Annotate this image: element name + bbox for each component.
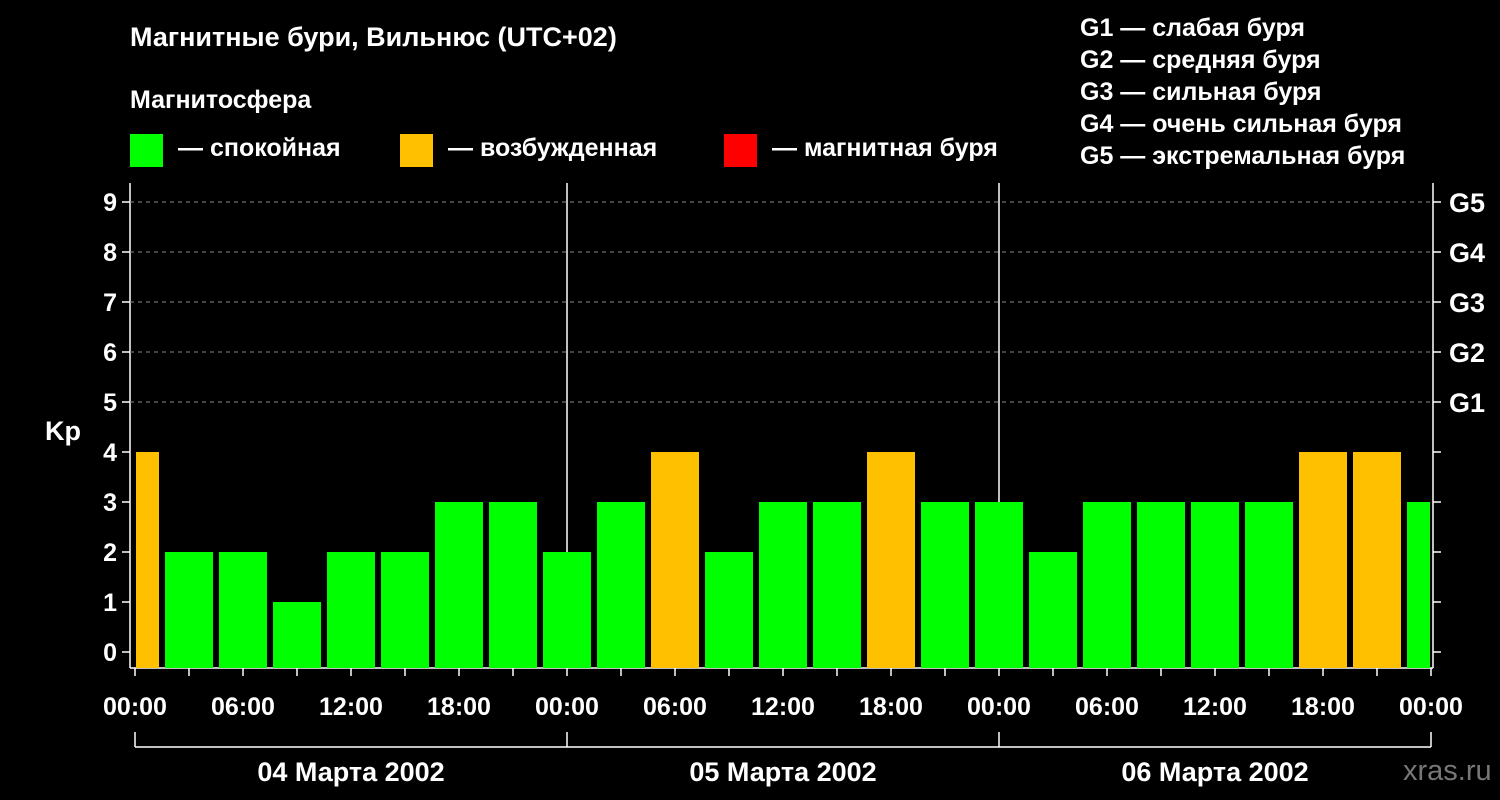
x-tick-label: 06:00 (643, 693, 707, 721)
kp-bar (136, 452, 159, 668)
day-label: 06 Марта 2002 (1121, 757, 1308, 787)
kp-bar (219, 552, 267, 668)
kp-bar (1353, 452, 1401, 668)
x-tick-label: 18:00 (859, 693, 923, 721)
day-label: 05 Марта 2002 (689, 757, 876, 787)
kp-bar (435, 502, 483, 668)
kp-bar (705, 552, 753, 668)
kp-bar (1191, 502, 1239, 668)
x-tick-label: 12:00 (751, 693, 815, 721)
x-tick-label: 00:00 (103, 693, 167, 721)
y-tick-label: 1 (103, 589, 117, 617)
kp-bar (1137, 502, 1185, 668)
kp-bar (867, 452, 915, 668)
x-tick-label: 12:00 (319, 693, 383, 721)
y-tick-label: 2 (103, 539, 117, 567)
kp-bar (597, 502, 645, 668)
g-level-label: G2 (1449, 338, 1485, 368)
kp-bar (165, 552, 213, 668)
g-level-label: G1 (1449, 388, 1485, 418)
kp-bar (1299, 452, 1347, 668)
x-tick-label: 06:00 (211, 693, 275, 721)
kp-chart: 0 1 2 3 4 5 6 7 8 9 Kp G1 G2 G3 G4 G5 00:00 06:00 12:00 18:… (45, 183, 1485, 787)
kp-bar (1029, 552, 1077, 668)
y-tick-label: 0 (103, 639, 117, 667)
kp-bar (651, 452, 699, 668)
day-label: 04 Марта 2002 (257, 757, 444, 787)
x-tick-label: 06:00 (1075, 693, 1139, 721)
kp-bar (1407, 502, 1430, 668)
kp-bar (273, 602, 321, 668)
kp-bar (1245, 502, 1293, 668)
y-tick-label: 8 (103, 239, 117, 267)
y-tick-label: 5 (103, 389, 117, 417)
x-tick-label: 18:00 (1291, 693, 1355, 721)
x-tick-label: 18:00 (427, 693, 491, 721)
kp-bar (975, 502, 1023, 668)
g-level-label: G3 (1449, 288, 1485, 318)
g-level-label: G5 (1449, 188, 1485, 218)
kp-bar (327, 552, 375, 668)
y-axis-label: Kp (45, 416, 81, 446)
x-tick-label: 00:00 (967, 693, 1031, 721)
x-tick-label: 00:00 (1399, 693, 1463, 721)
kp-bar (921, 502, 969, 668)
kp-bar (813, 502, 861, 668)
y-tick-label: 3 (103, 489, 117, 517)
x-tick-label: 00:00 (535, 693, 599, 721)
x-tick-label: 12:00 (1183, 693, 1247, 721)
kp-bar (381, 552, 429, 668)
g-level-label: G4 (1449, 238, 1485, 268)
y-tick-label: 6 (103, 339, 117, 367)
y-tick-label: 4 (103, 439, 117, 467)
y-tick-label: 7 (103, 289, 117, 317)
kp-bar (759, 502, 807, 668)
kp-bar (489, 502, 537, 668)
kp-bar (1083, 502, 1131, 668)
watermark: xras.ru (1403, 755, 1492, 787)
kp-bar (543, 552, 591, 668)
y-tick-label: 9 (103, 189, 117, 217)
